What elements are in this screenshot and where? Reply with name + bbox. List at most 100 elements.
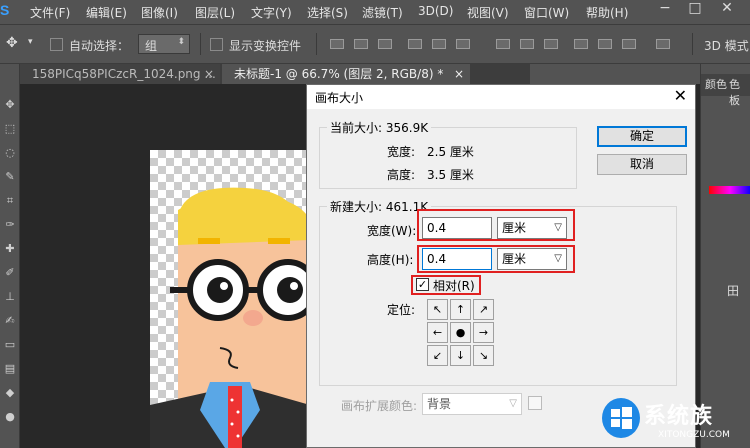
close-tab-icon[interactable]: ×: [454, 64, 464, 84]
menu-layer[interactable]: 图层(L): [195, 4, 235, 21]
current-size-label: 当前大小: 356.9K: [327, 119, 432, 136]
align-vcenter-icon[interactable]: [354, 39, 368, 49]
extend-color-select[interactable]: 背景 ▽: [422, 393, 522, 415]
cancel-button[interactable]: 取消: [597, 154, 687, 175]
menu-image[interactable]: 图像(I): [141, 4, 178, 21]
menu-view[interactable]: 视图(V): [467, 4, 509, 21]
show-transform-checkbox[interactable]: [210, 38, 223, 51]
move-tool-icon[interactable]: ✥: [3, 98, 17, 112]
watermark-url: XITONGZU.COM: [658, 430, 730, 440]
menu-select[interactable]: 选择(S): [307, 4, 348, 21]
toolbar: ✥ ⬚ ◌ ✎ ⌗ ✑ ✚ ✐ ⊥ ✍ ▭ ▤ ◆ ●: [0, 64, 20, 448]
distribute-bottom-icon[interactable]: [544, 39, 558, 49]
align-top-icon[interactable]: [330, 39, 344, 49]
anchor-bottom-icon[interactable]: ↓: [450, 345, 471, 366]
anchor-bottom-left-icon[interactable]: ↙: [427, 345, 448, 366]
quick-select-icon[interactable]: ✎: [3, 170, 17, 184]
chevron-down-icon: ▽: [554, 253, 562, 264]
align-bottom-icon[interactable]: [378, 39, 392, 49]
menu-edit[interactable]: 编辑(E): [86, 4, 127, 21]
dodge-icon[interactable]: ●: [3, 410, 17, 424]
maximize-icon[interactable]: □: [680, 0, 710, 24]
document-canvas[interactable]: [150, 150, 310, 448]
lasso-tool-icon[interactable]: ◌: [3, 146, 17, 160]
character-illustration: [150, 187, 310, 448]
eraser-icon[interactable]: ▭: [3, 338, 17, 352]
align-left-icon[interactable]: [408, 39, 422, 49]
chevron-down-icon: ▽: [554, 222, 562, 233]
anchor-top-right-icon[interactable]: ↗: [473, 299, 494, 320]
height-unit-select[interactable]: 厘米 ▽: [497, 248, 567, 270]
stepper-icon: ⬍: [177, 37, 185, 47]
new-size-label: 新建大小: 461.1K: [327, 198, 432, 215]
anchor-top-icon[interactable]: ↑: [450, 299, 471, 320]
distribute-vcenter-icon[interactable]: [520, 39, 534, 49]
extend-color-label: 画布扩展颜色:: [341, 399, 418, 413]
dialog-title: 画布大小: [315, 91, 364, 105]
relative-label: 相对(R): [433, 279, 475, 293]
marquee-tool-icon[interactable]: ⬚: [3, 122, 17, 136]
distribute-top-icon[interactable]: [496, 39, 510, 49]
anchor-top-left-icon[interactable]: ↖: [427, 299, 448, 320]
extend-color-value: 背景: [427, 397, 452, 411]
close-tab-icon[interactable]: ×: [204, 64, 214, 84]
3d-mode-label: 3D 模式：: [704, 39, 750, 53]
width-input[interactable]: 0.4: [422, 217, 492, 239]
align-right-icon[interactable]: [456, 39, 470, 49]
anchor-left-icon[interactable]: ←: [427, 322, 448, 343]
divider: [200, 33, 201, 55]
anchor-grid: ↖ ↑ ↗ ← ● → ↙ ↓ ↘: [427, 299, 497, 369]
distribute-left-icon[interactable]: [574, 39, 588, 49]
width-unit-select[interactable]: 厘米 ▽: [497, 217, 567, 239]
eyedropper-icon[interactable]: ✑: [3, 218, 17, 232]
menu-type[interactable]: 文字(Y): [251, 4, 292, 21]
ok-button[interactable]: 确定: [597, 126, 687, 147]
menu-window[interactable]: 窗口(W): [524, 4, 569, 21]
chevron-down-icon[interactable]: ▾: [28, 37, 33, 47]
menu-3d[interactable]: 3D(D): [418, 4, 453, 18]
current-width-label: 宽度:: [387, 145, 416, 159]
divider: [692, 33, 693, 55]
extend-color-swatch[interactable]: [528, 396, 542, 410]
clone-stamp-icon[interactable]: ⊥: [3, 290, 17, 304]
tab-document-1[interactable]: 158PICq58PICzcR_1024.png ... ×: [20, 64, 220, 84]
menu-file[interactable]: 文件(F): [30, 4, 70, 21]
menu-filter[interactable]: 滤镜(T): [362, 4, 403, 21]
show-transform-label: 显示变换控件: [229, 39, 302, 53]
minimize-icon[interactable]: −: [650, 0, 680, 24]
height-input[interactable]: 0.4: [422, 248, 492, 270]
crop-tool-icon[interactable]: ⌗: [3, 194, 17, 208]
height-label: 高度(H):: [367, 253, 414, 267]
healing-brush-icon[interactable]: ✚: [3, 242, 17, 256]
brush-tool-icon[interactable]: ✐: [3, 266, 17, 280]
current-height-value: 3.5 厘米: [427, 168, 474, 182]
anchor-right-icon[interactable]: →: [473, 322, 494, 343]
divider: [316, 33, 317, 55]
tab-swatches[interactable]: 色板: [729, 76, 750, 107]
gradient-icon[interactable]: ▤: [3, 362, 17, 376]
auto-align-icon[interactable]: [656, 39, 670, 49]
menu-help[interactable]: 帮助(H): [586, 4, 628, 21]
align-hcenter-icon[interactable]: [432, 39, 446, 49]
right-panel: 颜色 色板 田: [700, 64, 750, 448]
blur-icon[interactable]: ◆: [3, 386, 17, 400]
watermark-text: 系统族: [644, 404, 714, 429]
auto-select-label: 自动选择：: [69, 39, 130, 53]
tab-document-2[interactable]: 未标题-1 @ 66.7% (图层 2, RGB/8) * ×: [222, 64, 470, 84]
dialog-titlebar: 画布大小 ✕: [307, 85, 695, 109]
current-width-value: 2.5 厘米: [427, 145, 474, 159]
history-brush-icon[interactable]: ✍: [3, 314, 17, 328]
anchor-center-icon[interactable]: ●: [450, 322, 471, 343]
color-ramp[interactable]: [709, 186, 750, 194]
distribute-hcenter-icon[interactable]: [598, 39, 612, 49]
tab-color[interactable]: 颜色: [705, 76, 727, 92]
auto-select-checkbox[interactable]: [50, 38, 63, 51]
close-icon[interactable]: ✕: [674, 86, 687, 105]
auto-select-dropdown[interactable]: 组 ⬍: [138, 34, 190, 54]
current-height-label: 高度:: [387, 168, 416, 182]
distribute-right-icon[interactable]: [622, 39, 636, 49]
anchor-bottom-right-icon[interactable]: ↘: [473, 345, 494, 366]
move-tool-icon[interactable]: ✥: [6, 35, 18, 51]
relative-checkbox[interactable]: ✓: [416, 278, 429, 291]
close-icon[interactable]: ✕: [712, 0, 742, 24]
